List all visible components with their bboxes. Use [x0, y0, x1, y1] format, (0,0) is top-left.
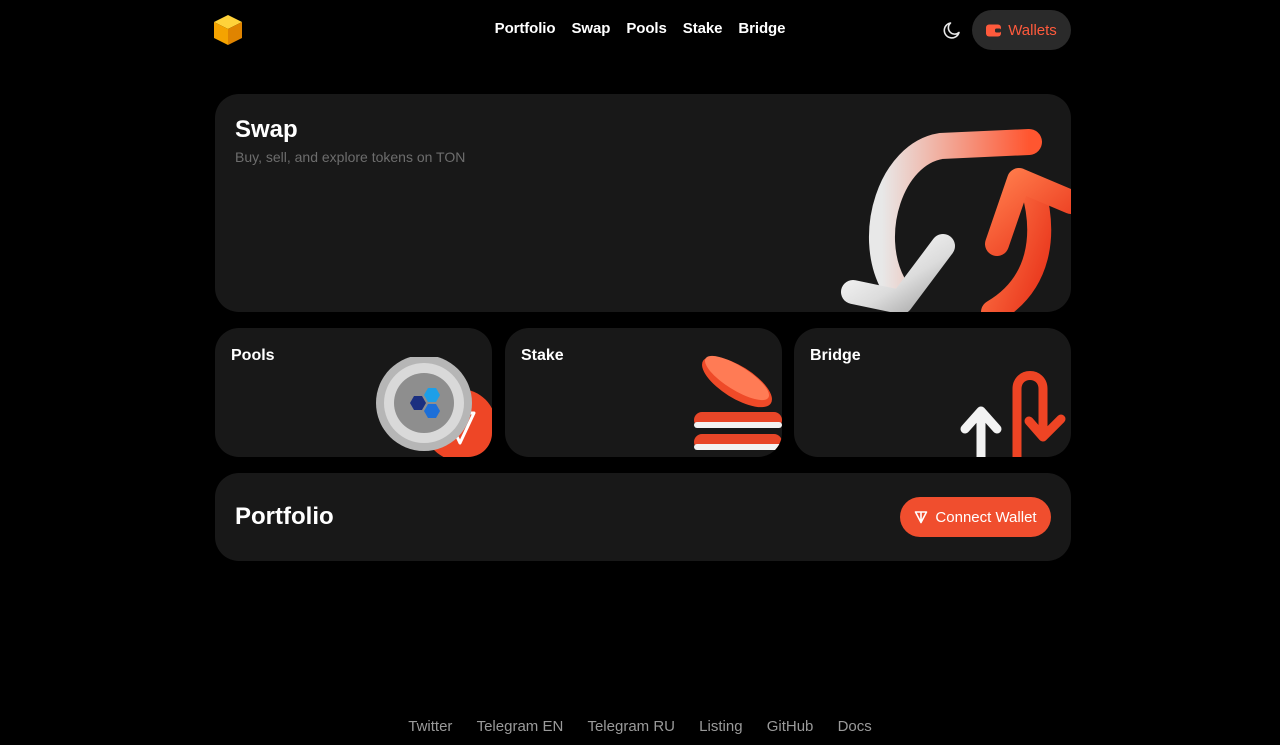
moon-icon[interactable]: [940, 18, 964, 42]
pool-coins-illustration: [376, 357, 492, 457]
footer-listing[interactable]: Listing: [699, 718, 742, 735]
top-header: Portfolio Swap Pools Stake Bridge Wallet…: [0, 0, 1280, 60]
nav-bridge[interactable]: Bridge: [738, 20, 785, 37]
footer-docs[interactable]: Docs: [838, 718, 872, 735]
portfolio-card: Portfolio Connect Wallet: [215, 473, 1071, 561]
pools-title: Pools: [231, 347, 275, 364]
swap-title: Swap: [235, 116, 298, 143]
pools-card[interactable]: Pools: [215, 328, 492, 457]
swap-subtitle: Buy, sell, and explore tokens on TON: [235, 149, 466, 165]
swap-arrows-illustration: [841, 129, 1071, 312]
bridge-title: Bridge: [810, 347, 861, 364]
swap-card[interactable]: Swap Buy, sell, and explore tokens on TO…: [215, 94, 1071, 312]
stake-title: Stake: [521, 347, 564, 364]
footer-links: Twitter Telegram EN Telegram RU Listing …: [0, 718, 1280, 735]
stake-coins-illustration: [694, 355, 782, 450]
nav-pools[interactable]: Pools: [626, 20, 666, 37]
footer-telegram-en[interactable]: Telegram EN: [477, 718, 564, 735]
nav-stake[interactable]: Stake: [683, 20, 723, 37]
main-nav: Portfolio Swap Pools Stake Bridge: [0, 20, 1280, 37]
ton-icon: [915, 511, 928, 524]
footer-github[interactable]: GitHub: [767, 718, 814, 735]
connect-wallet-button[interactable]: Connect Wallet: [900, 497, 1051, 537]
nav-portfolio[interactable]: Portfolio: [495, 20, 556, 37]
footer-twitter[interactable]: Twitter: [408, 718, 452, 735]
wallets-button[interactable]: Wallets: [972, 10, 1071, 50]
nav-swap[interactable]: Swap: [572, 20, 611, 37]
portfolio-title: Portfolio: [235, 503, 334, 530]
bridge-arrows-illustration: [960, 371, 1066, 457]
footer-telegram-ru[interactable]: Telegram RU: [587, 718, 675, 735]
bridge-card[interactable]: Bridge: [794, 328, 1071, 457]
wallet-icon: [986, 24, 1002, 36]
stake-card[interactable]: Stake: [505, 328, 782, 457]
connect-wallet-label: Connect Wallet: [935, 508, 1037, 526]
wallets-label: Wallets: [1008, 21, 1057, 39]
